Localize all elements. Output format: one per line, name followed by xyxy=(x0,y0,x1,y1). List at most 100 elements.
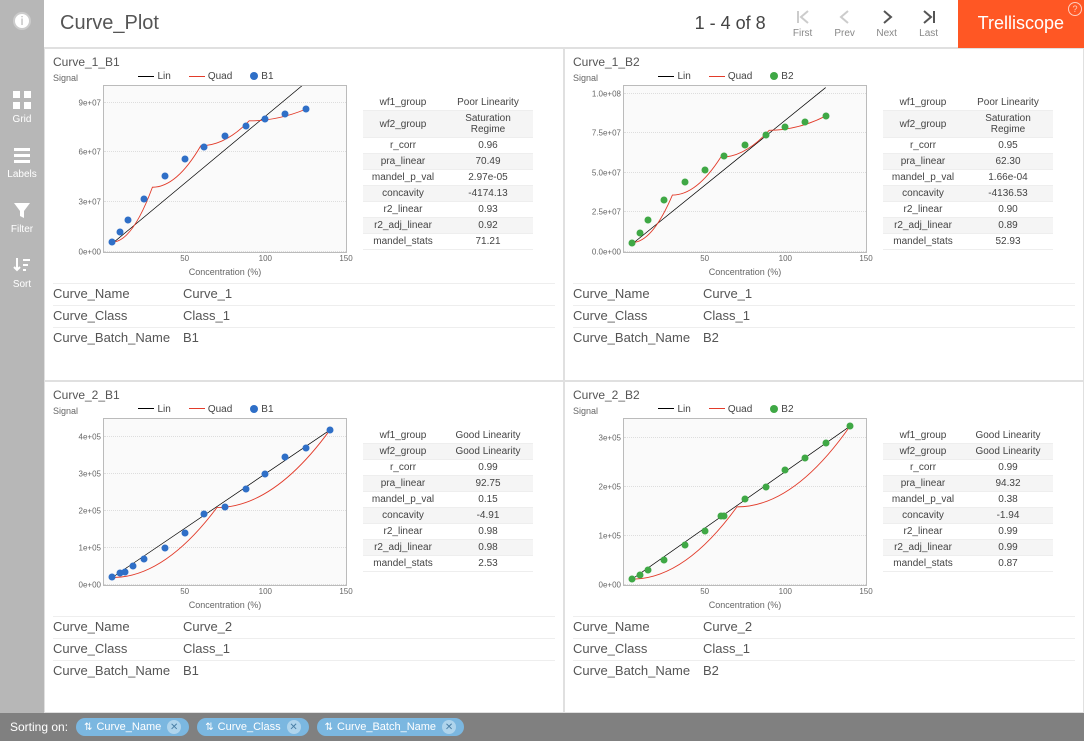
panel: Curve_1_B1LinQuadB1Signal0e+003e+076e+07… xyxy=(44,48,564,381)
meta-row: Curve_ClassClass_1 xyxy=(573,305,1075,325)
x-tick: 150 xyxy=(859,252,872,263)
stats-key: wf1_group xyxy=(883,95,963,111)
stats-row: concavity-4136.53 xyxy=(883,186,1053,202)
y-tick: 0e+00 xyxy=(599,580,624,589)
data-point xyxy=(262,470,269,477)
stats-row: concavity-1.94 xyxy=(883,507,1053,523)
rail-labels[interactable]: Labels xyxy=(0,135,44,190)
chip-close-icon[interactable]: ✕ xyxy=(442,720,456,734)
stats-key: r2_linear xyxy=(883,202,963,218)
stats-key: mandel_p_val xyxy=(363,170,443,186)
meta-label: Curve_Batch_Name xyxy=(53,663,183,678)
help-icon[interactable]: ? xyxy=(1068,2,1082,16)
data-point xyxy=(109,239,116,246)
data-point xyxy=(645,217,652,224)
panel-title: Curve_2_B2 xyxy=(573,388,1075,402)
stats-table: wf1_groupPoor Linearitywf2_groupSaturati… xyxy=(363,95,533,250)
chip-close-icon[interactable]: ✕ xyxy=(287,720,301,734)
chip-close-icon[interactable]: ✕ xyxy=(167,720,181,734)
x-tick: 50 xyxy=(700,252,709,263)
data-point xyxy=(326,426,333,433)
data-point xyxy=(682,179,689,186)
y-tick: 2.5e+07 xyxy=(592,208,624,217)
data-point xyxy=(117,229,124,236)
data-point xyxy=(742,141,749,148)
stats-value: 0.96 xyxy=(443,138,533,154)
panel-title: Curve_1_B2 xyxy=(573,55,1075,69)
y-axis-label: Signal xyxy=(573,73,598,83)
pager-first[interactable]: First xyxy=(782,8,824,39)
rail-grid[interactable]: Grid xyxy=(0,80,44,135)
stats-row: r2_adj_linear0.98 xyxy=(363,539,533,555)
stats-key: wf2_group xyxy=(883,111,963,138)
meta-value: B1 xyxy=(183,330,199,345)
pager-prev[interactable]: Prev xyxy=(824,8,866,39)
stats-key: r_corr xyxy=(883,138,963,154)
stats-row: mandel_stats2.53 xyxy=(363,555,533,571)
meta-value: Class_1 xyxy=(183,641,230,656)
chart: LinQuadB2Signal0e+001e+052e+053e+0550100… xyxy=(573,404,873,614)
stats-value: 0.87 xyxy=(963,555,1053,571)
panel: Curve_2_B1LinQuadB1Signal0e+001e+052e+05… xyxy=(44,381,564,714)
sort-chip[interactable]: ⇅Curve_Name✕ xyxy=(76,718,189,736)
pager-next[interactable]: Next xyxy=(866,8,908,39)
data-point xyxy=(125,217,132,224)
stats-key: wf2_group xyxy=(363,443,443,459)
stats-value: 92.75 xyxy=(443,475,533,491)
y-tick: 3e+07 xyxy=(79,198,104,207)
y-tick: 0.0e+00 xyxy=(592,248,624,257)
data-point xyxy=(782,466,789,473)
stats-row: mandel_stats71.21 xyxy=(363,234,533,250)
brand[interactable]: Trelliscope ? xyxy=(958,0,1084,48)
stats-value: 0.38 xyxy=(963,491,1053,507)
sort-chip[interactable]: ⇅Curve_Class✕ xyxy=(197,718,308,736)
stats-value: -4.91 xyxy=(443,507,533,523)
stats-value: 0.99 xyxy=(443,459,533,475)
stats-key: wf2_group xyxy=(883,443,963,459)
data-point xyxy=(762,483,769,490)
data-point xyxy=(222,132,229,139)
stats-table: wf1_groupPoor Linearitywf2_groupSaturati… xyxy=(883,95,1053,250)
stats-value: 0.95 xyxy=(963,138,1053,154)
data-point xyxy=(242,485,249,492)
stats-row: pra_linear94.32 xyxy=(883,475,1053,491)
stats-row: wf2_groupSaturation Regime xyxy=(363,111,533,138)
rail-sort[interactable]: Sort xyxy=(0,245,44,300)
stats-key: pra_linear xyxy=(883,475,963,491)
data-point xyxy=(629,239,636,246)
stats-key: r2_linear xyxy=(363,523,443,539)
data-point xyxy=(181,529,188,536)
stats-value: Poor Linearity xyxy=(443,95,533,111)
meta-value: B1 xyxy=(183,663,199,678)
y-tick: 4e+05 xyxy=(79,432,104,441)
stats-value: 62.30 xyxy=(963,154,1053,170)
data-point xyxy=(109,574,116,581)
pager-last[interactable]: Last xyxy=(908,8,950,39)
panel: Curve_1_B2 LinQuadB2Signal 0.0e+00 2.5e+07 5… xyxy=(564,48,1084,381)
rail-filter[interactable]: Filter xyxy=(0,190,44,245)
stats-row: r_corr0.96 xyxy=(363,138,533,154)
chart-legend: LinQuadB2 xyxy=(573,71,873,82)
stats-row: r_corr0.99 xyxy=(363,459,533,475)
meta-label: Curve_Class xyxy=(573,641,703,656)
stats-row: mandel_p_val1.66e-04 xyxy=(883,170,1053,186)
stats-value: 2.53 xyxy=(443,555,533,571)
footer-chips: ⇅Curve_Name✕ ⇅Curve_Class✕ ⇅Curve_Batch_Na… xyxy=(68,718,464,736)
stats-key: wf1_group xyxy=(363,428,443,444)
info-icon[interactable]: i xyxy=(13,12,31,30)
stats-key: pra_linear xyxy=(883,154,963,170)
chart: LinQuadB2Signal0.0e+002.5e+075.0e+077.5e… xyxy=(573,71,873,281)
data-point xyxy=(822,439,829,446)
panel-title: Curve_1_B1 xyxy=(53,55,555,69)
meta-row: Curve_NameCurve_2 xyxy=(53,616,555,636)
data-point xyxy=(762,132,769,139)
data-point xyxy=(742,496,749,503)
sort-icon xyxy=(12,255,32,275)
stats-value: Saturation Regime xyxy=(443,111,533,138)
stats-row: r2_linear0.98 xyxy=(363,523,533,539)
x-tick: 100 xyxy=(259,585,272,596)
stats-key: concavity xyxy=(883,507,963,523)
sort-chip[interactable]: ⇅Curve_Batch_Name✕ xyxy=(317,718,464,736)
meta-label: Curve_Name xyxy=(53,286,183,301)
data-point xyxy=(302,106,309,113)
